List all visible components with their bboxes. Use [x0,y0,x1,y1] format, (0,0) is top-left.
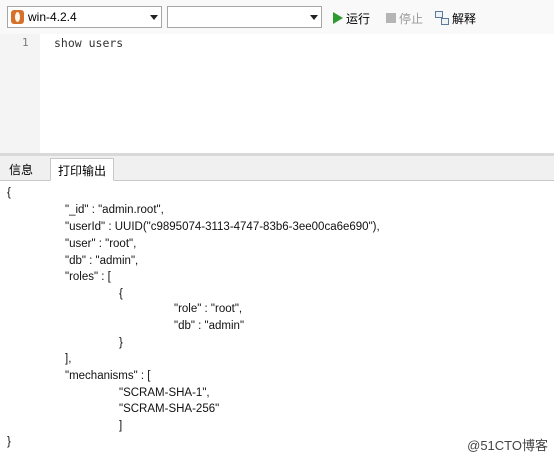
output-line: "roles" : [ [65,271,111,283]
stop-button-label: 停止 [399,11,424,26]
stop-button[interactable]: 停止 [386,9,423,27]
query-editor[interactable]: 1 show users [0,34,554,153]
explain-icon [435,11,449,25]
chevron-down-icon [150,15,158,20]
connection-select-label: win-4.2.4 [28,10,77,24]
explain-button-label: 解释 [452,11,477,26]
stop-icon [386,13,396,23]
connection-select[interactable]: win-4.2.4 [7,6,162,28]
run-button[interactable]: 运行 [333,9,370,27]
output-line: "db" : "admin", [65,255,139,267]
output-line: { [119,288,123,300]
output-line: "userId" : UUID("c9895074-3113-4747-83b6… [65,221,380,233]
output-line: "mechanisms" : [ [65,370,151,382]
result-tabs: 信息 打印输出 [0,156,554,181]
database-select[interactable] [167,6,322,28]
watermark: @51CTO博客 [467,438,548,453]
output-line: "SCRAM-SHA-256" [119,403,220,415]
chevron-down-icon [310,15,318,20]
print-output-panel: { "_id" : "admin.root", "userId" : UUID(… [0,181,554,460]
tab-info[interactable]: 信息 [2,158,40,179]
output-line: "SCRAM-SHA-1", [119,387,210,399]
output-line: } [119,337,123,349]
leaf-db-icon [11,10,24,24]
output-line: { [7,187,11,199]
output-line: "_id" : "admin.root", [65,204,164,216]
output-line: "user" : "root", [65,238,137,250]
play-icon [333,12,343,24]
output-line: } [7,436,11,448]
output-line: "db" : "admin" [174,320,245,332]
editor-code-line[interactable]: show users [54,36,123,50]
toolbar: win-4.2.4 运行 停止 解释 [0,0,554,34]
line-number: 1 [22,36,29,49]
output-line: ], [65,353,72,365]
tab-print-output[interactable]: 打印输出 [50,158,115,181]
run-button-label: 运行 [346,11,371,26]
explain-button[interactable]: 解释 [435,9,476,27]
output-line: "role" : "root", [174,303,243,315]
line-number-gutter: 1 [0,34,40,153]
output-line: ] [119,420,123,432]
